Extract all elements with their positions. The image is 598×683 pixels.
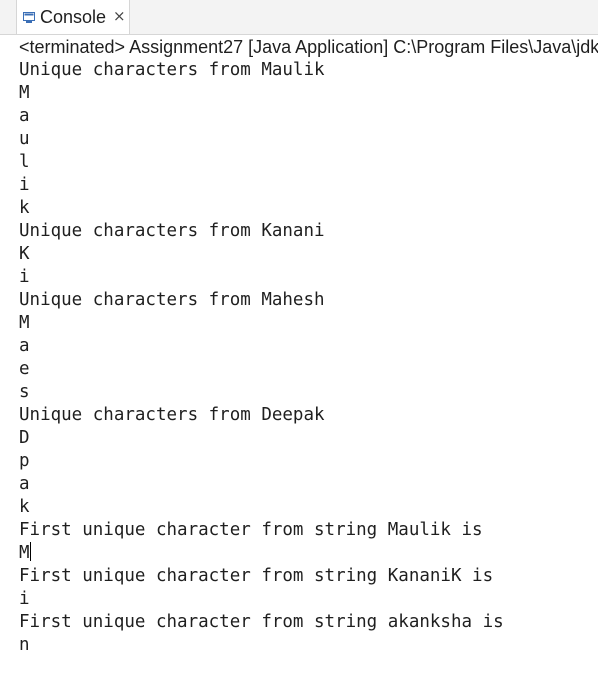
tab-console-label: Console [40,7,107,27]
console-line: a [19,106,30,126]
console-line: M [19,313,30,333]
console-line: K [19,244,30,264]
console-line: i [19,589,30,609]
console-line: D [19,428,30,448]
console-line: Unique characters from Mahesh [19,290,325,310]
view-tab-bar: Console × [0,0,598,35]
console-line: First unique character from string akank… [19,612,504,632]
console-line: k [19,497,30,517]
console-line: p [19,451,30,471]
console-line: e [19,359,30,379]
tab-console[interactable]: Console × [16,0,130,34]
console-line: First unique character from string Kanan… [19,566,494,586]
console-line: l [19,152,30,172]
console-line: M [19,83,30,103]
console-icon [23,9,35,23]
console-status-line: <terminated> Assignment27 [Java Applicat… [19,37,598,57]
console-line: k [19,198,30,218]
console-line: u [19,129,30,149]
console-line: First unique character from string Mauli… [19,520,483,540]
console-output[interactable]: Unique characters from Maulik Ma u l i k Uniqu… [19,59,598,679]
console-line: n [19,635,30,655]
close-icon[interactable]: × [113,6,126,26]
console-line: Unique characters from Maulik [19,60,325,80]
console-line: a [19,474,30,494]
console-line: M [19,542,31,563]
console-line: Unique characters from Deepak [19,405,325,425]
console-line: Unique characters from Kanani [19,221,325,241]
console-line: s [19,382,30,402]
text-caret [29,542,31,561]
console-line: i [19,267,30,287]
console-line: i [19,175,30,195]
console-line: a [19,336,30,356]
